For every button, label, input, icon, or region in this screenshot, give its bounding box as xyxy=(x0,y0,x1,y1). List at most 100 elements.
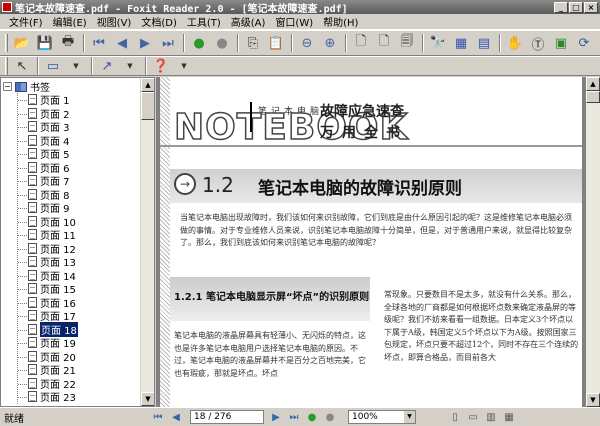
chevron-down-icon[interactable]: ▼ xyxy=(65,58,87,75)
close-button[interactable]: × xyxy=(584,1,598,13)
bookmark-item[interactable]: 页面 10 xyxy=(18,215,141,229)
continuous-facing-view-icon[interactable]: ▦ xyxy=(500,410,518,425)
bookmark-tree: − 书签 页面 1 页面 2 页面 3 页面 4 页面 5 页面 6 页面 7 页面 8 页面 … xyxy=(1,78,141,406)
single-page-icon[interactable]: 🗋 xyxy=(350,33,372,53)
help-icon[interactable]: ❓ xyxy=(150,58,172,75)
document-view[interactable]: 笔记本电脑 NOTEBOOK 故障应急速查 万用全书 → 1.2 笔记本电脑的故… xyxy=(156,77,600,407)
doc-scroll-down-button[interactable]: ▼ xyxy=(586,393,600,407)
page-icon xyxy=(28,283,37,295)
document-scrollbar[interactable]: ▲ ▼ xyxy=(586,77,600,407)
bookmark-item[interactable]: 页面 23 xyxy=(18,390,141,404)
bookmark-item[interactable]: 页面 20 xyxy=(18,350,141,364)
bookmark-scrollbar[interactable]: ▲ ▼ xyxy=(140,78,154,406)
minimize-button[interactable]: _ xyxy=(554,1,568,13)
bookmark-item[interactable]: 页面 14 xyxy=(18,269,141,283)
bookmark-item[interactable]: 页面 1 xyxy=(18,93,141,107)
next-page-icon[interactable]: ▶ xyxy=(268,410,284,425)
facing-view-icon[interactable]: ▥ xyxy=(482,410,500,425)
properties-icon[interactable]: ▦ xyxy=(450,33,472,53)
bookmark-item[interactable]: 页面 22 xyxy=(18,377,141,391)
doc-scroll-up-button[interactable]: ▲ xyxy=(586,77,600,91)
menu-file[interactable]: 文件(F) xyxy=(4,14,48,29)
go-forward-icon[interactable]: ● xyxy=(211,33,233,53)
scroll-down-button[interactable]: ▼ xyxy=(141,392,154,406)
menu-tools[interactable]: 工具(T) xyxy=(182,14,226,29)
doc-scroll-thumb[interactable] xyxy=(586,91,600,103)
zoom-in-icon[interactable]: ⊕ xyxy=(319,33,341,53)
page-icon xyxy=(28,188,37,200)
last-page-icon[interactable]: ⏭ xyxy=(157,33,179,53)
bookmark-item[interactable]: 页面 18 xyxy=(18,321,141,337)
bookmark-item[interactable]: 页面 2 xyxy=(18,107,141,121)
go-back-icon[interactable]: ● xyxy=(304,410,320,425)
form-icon[interactable]: ▭ xyxy=(42,58,64,75)
toolbar-separator xyxy=(422,34,424,52)
menu-advanced[interactable]: 高级(A) xyxy=(226,14,271,29)
print-icon[interactable]: 🖶 xyxy=(57,33,79,53)
facing-icon[interactable]: 🗋 xyxy=(373,33,395,53)
menu-edit[interactable]: 编辑(E) xyxy=(48,14,92,29)
continuous-view-icon[interactable]: ▭ xyxy=(464,410,482,425)
bookmark-item[interactable]: 页面 5 xyxy=(18,147,141,161)
annotation-icon[interactable]: ↗ xyxy=(96,58,118,75)
bookmark-item[interactable]: 页面 19 xyxy=(18,336,141,350)
bookmark-item[interactable]: 页面 4 xyxy=(18,134,141,148)
select-arrow-icon[interactable]: ↖ xyxy=(11,58,33,75)
paste-icon[interactable]: 📋 xyxy=(265,33,287,53)
rotate-icon[interactable]: ⟳ xyxy=(573,33,595,53)
page-icon xyxy=(28,364,37,376)
copy-icon[interactable]: ⎘ xyxy=(242,33,264,53)
collapse-icon[interactable]: − xyxy=(3,82,12,91)
first-page-icon[interactable]: ⏮ xyxy=(88,33,110,53)
chevron-down-icon[interactable]: ▼ xyxy=(173,58,195,75)
next-page-icon[interactable]: ▶ xyxy=(134,33,156,53)
menu-document[interactable]: 文档(D) xyxy=(136,14,182,29)
bookmark-item[interactable]: 页面 8 xyxy=(18,188,141,202)
hand-tool-icon[interactable]: ✋ xyxy=(504,33,526,53)
first-page-icon[interactable]: ⏮ xyxy=(150,410,166,425)
continuous-icon[interactable]: 🗐 xyxy=(396,33,418,53)
section-title: 1.2.1 笔记本电脑显示屏“坏点”的识别原则 xyxy=(174,292,370,303)
menu-window[interactable]: 窗口(W) xyxy=(270,14,318,29)
single-page-view-icon[interactable]: ▯ xyxy=(446,410,464,425)
go-forward-icon[interactable]: ● xyxy=(322,410,338,425)
layout-icon[interactable]: ▤ xyxy=(473,33,495,53)
bookmark-item[interactable]: 页面 15 xyxy=(18,282,141,296)
menu-bar: 文件(F) 编辑(E) 视图(V) 文档(D) 工具(T) 高级(A) 窗口(W… xyxy=(0,14,600,30)
bookmark-item[interactable]: 页面 16 xyxy=(18,296,141,310)
text-select-icon[interactable]: Ⓣ xyxy=(527,33,549,53)
save-icon[interactable]: 💾 xyxy=(34,33,56,53)
scroll-up-button[interactable]: ▲ xyxy=(141,78,154,92)
bookmark-root[interactable]: − 书签 xyxy=(3,80,141,94)
maximize-button[interactable]: □ xyxy=(569,1,583,13)
prev-page-icon[interactable]: ◀ xyxy=(111,33,133,53)
scroll-thumb[interactable] xyxy=(141,92,154,120)
snapshot-icon[interactable]: ▣ xyxy=(550,33,572,53)
bookmark-item[interactable]: 页面 7 xyxy=(18,174,141,188)
last-page-icon[interactable]: ⏭ xyxy=(286,410,302,425)
zoom-select[interactable]: 100% ▼ xyxy=(348,410,416,424)
menu-help[interactable]: 帮助(H) xyxy=(318,14,363,29)
bookmark-item[interactable]: 页面 21 xyxy=(18,363,141,377)
zoom-out-icon[interactable]: ⊖ xyxy=(296,33,318,53)
prev-page-icon[interactable]: ◀ xyxy=(168,410,184,425)
bookmark-item[interactable]: 页面 9 xyxy=(18,201,141,215)
toolbar-grip[interactable] xyxy=(5,57,8,75)
chevron-down-icon[interactable]: ▼ xyxy=(404,411,415,423)
header-rule xyxy=(160,145,582,147)
bookmark-item[interactable]: 页面 3 xyxy=(18,120,141,134)
bookmark-item[interactable]: 页面 6 xyxy=(18,161,141,175)
open-icon[interactable]: 📂 xyxy=(11,33,33,53)
go-back-icon[interactable]: ● xyxy=(188,33,210,53)
menu-view[interactable]: 视图(V) xyxy=(92,14,137,29)
bookmark-item[interactable]: 页面 13 xyxy=(18,255,141,269)
chevron-down-icon[interactable]: ▼ xyxy=(119,58,141,75)
find-icon[interactable]: 🔭 xyxy=(427,33,449,53)
page-number-field[interactable]: 18 / 276 xyxy=(190,410,264,424)
bookmark-item[interactable]: 页面 17 xyxy=(18,309,141,323)
page-icon xyxy=(28,391,37,403)
toolbar-separator xyxy=(499,34,501,52)
bookmark-item[interactable]: 页面 11 xyxy=(18,228,141,242)
toolbar-grip[interactable] xyxy=(5,34,8,52)
bookmark-item[interactable]: 页面 12 xyxy=(18,242,141,256)
